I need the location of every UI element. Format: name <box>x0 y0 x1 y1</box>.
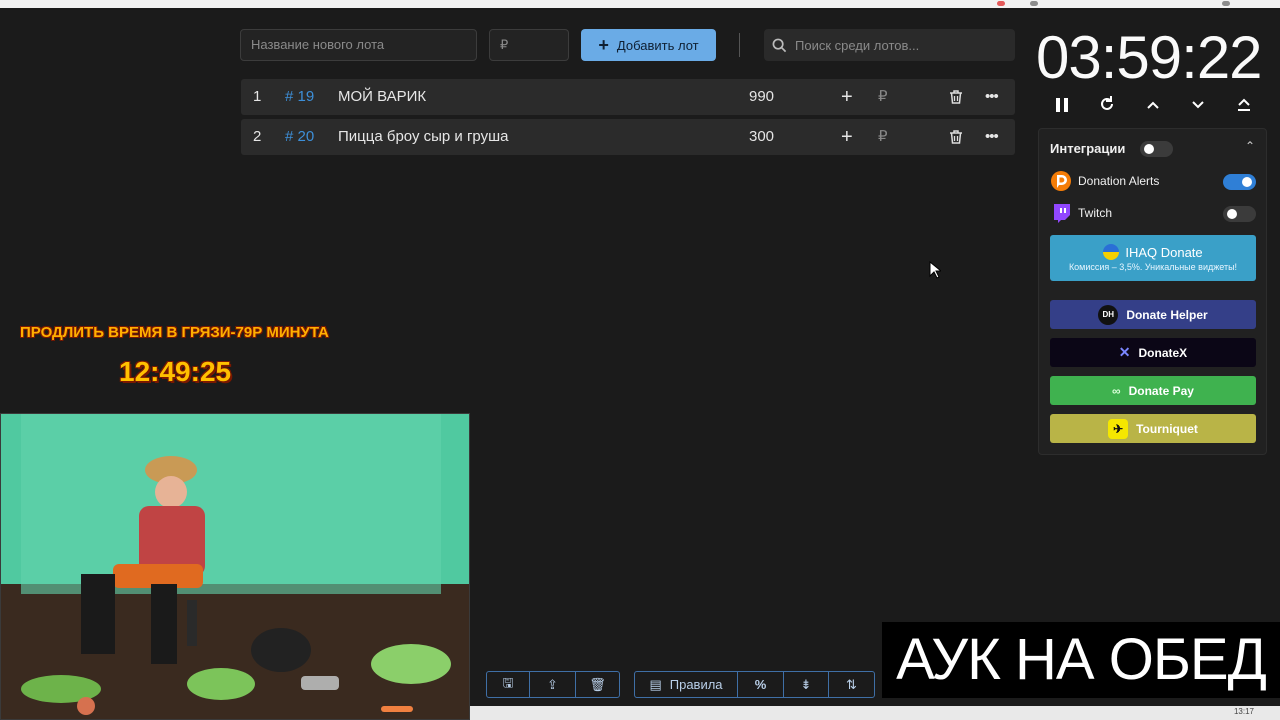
webcam-scene <box>1 414 469 719</box>
donation-alerts-icon <box>1051 171 1071 191</box>
service-label: Donate Helper <box>1126 307 1208 322</box>
save-icon[interactable]: 🖫 <box>487 672 530 697</box>
service-label: Tourniquet <box>1136 421 1198 436</box>
split-icon[interactable]: ⇟ <box>784 672 829 697</box>
taskbar-time: 13:17 <box>1233 707 1254 716</box>
service-sub: Комиссия – 3,5%. Уникальные виджеты! <box>1068 262 1238 272</box>
auction-banner: АУК НА ОБЕД <box>882 622 1280 698</box>
tourniquet-button[interactable]: ✈ Tourniquet <box>1050 414 1256 443</box>
bottom-tools-group: ▤ Правила % ⇟ ⇅ <box>634 671 875 698</box>
twitch-toggle[interactable] <box>1223 206 1256 222</box>
integration-twitch: Twitch <box>1050 201 1112 225</box>
chevron-up-icon[interactable]: ⌃ <box>1245 139 1255 153</box>
trash-icon[interactable] <box>948 89 964 105</box>
ihaq-logo-icon <box>1103 244 1120 260</box>
add-amount-icon[interactable]: + <box>841 119 853 155</box>
ihaq-donate-button[interactable]: IHAQ Donate Комиссия – 3,5%. Уникальные … <box>1050 235 1256 281</box>
tourniquet-icon: ✈ <box>1108 418 1129 439</box>
service-label: Donate Pay <box>1128 383 1194 398</box>
lot-index: 1 <box>253 88 262 105</box>
lot-row: 1 # 19 МОЙ ВАРИК 990 + ₽ ••• <box>241 79 1015 115</box>
donatex-button[interactable]: ✕ DonateX <box>1050 338 1256 367</box>
rules-label: Правила <box>669 677 723 692</box>
clear-icon[interactable]: 🗑 <box>576 672 619 697</box>
percent-button[interactable]: % <box>738 672 784 697</box>
bottom-file-group: 🖫 ⇪ 🗑 <box>486 671 620 698</box>
lot-name[interactable]: МОЙ ВАРИК <box>338 79 426 115</box>
double-up-icon[interactable] <box>1231 94 1257 120</box>
status-dot <box>1030 1 1038 6</box>
load-icon[interactable]: ⇪ <box>530 672 576 697</box>
new-lot-amount-input[interactable]: ₽ <box>489 29 569 61</box>
lot-currency[interactable]: ₽ <box>878 119 888 155</box>
more-icon[interactable]: ••• <box>985 119 999 155</box>
donate-helper-button[interactable]: DH Donate Helper <box>1050 300 1256 329</box>
rules-icon: ▤ <box>649 676 662 692</box>
pause-icon[interactable] <box>1049 94 1075 120</box>
lot-name[interactable]: Пицца броу сыр и груша <box>338 119 509 155</box>
reset-icon[interactable] <box>1094 94 1120 120</box>
service-label: IHAQ Donate <box>1125 244 1203 260</box>
status-dot <box>997 1 1005 6</box>
webcam-feed <box>0 413 470 720</box>
add-amount-icon[interactable]: + <box>841 79 853 115</box>
new-lot-name-input[interactable]: Название нового лота <box>240 29 477 61</box>
prolong-time-text: ПРОДЛИТЬ ВРЕМЯ В ГРЯЗИ-79Р МИНУТА <box>20 324 329 341</box>
mouse-cursor-icon <box>929 261 941 279</box>
lot-row: 2 # 20 Пицца броу сыр и груша 300 + ₽ ••… <box>241 119 1015 155</box>
integration-label: Twitch <box>1078 206 1113 220</box>
lot-number: # 19 <box>285 88 315 105</box>
lot-amount[interactable]: 990 <box>749 79 774 115</box>
toolbar-divider <box>739 33 740 57</box>
integration-donation-alerts: Donation Alerts <box>1050 169 1159 193</box>
browser-top-strip <box>0 0 1280 8</box>
lot-amount[interactable]: 300 <box>749 119 774 155</box>
trash-icon[interactable] <box>948 129 964 145</box>
integration-label: Donation Alerts <box>1078 174 1160 188</box>
donate-pay-icon: ∞ <box>1112 383 1121 398</box>
chevron-down-icon[interactable] <box>1185 94 1211 120</box>
integrations-master-toggle[interactable] <box>1140 141 1173 157</box>
auction-timer: 03:59:22 <box>1036 24 1263 91</box>
more-icon[interactable]: ••• <box>985 79 999 115</box>
search-icon <box>772 38 787 52</box>
integrations-panel: Интеграции ⌃ Donation Alerts Twitch IHAQ… <box>1038 128 1267 455</box>
integrations-title: Интеграции <box>1050 141 1126 156</box>
service-label: DonateX <box>1138 345 1188 360</box>
twitch-icon <box>1054 204 1070 223</box>
add-lot-button[interactable]: + Добавить лот <box>581 29 716 61</box>
overlay-clock: 12:49:25 <box>119 356 232 387</box>
lot-number: # 20 <box>285 128 315 145</box>
plus-icon: + <box>598 35 609 55</box>
taskbar-strip: 13:17 <box>470 706 1280 720</box>
search-placeholder: Поиск среди лотов... <box>795 37 920 53</box>
sort-icon[interactable]: ⇅ <box>829 672 874 697</box>
lot-search-input[interactable]: Поиск среди лотов... <box>764 29 1015 61</box>
chevron-up-icon[interactable] <box>1140 94 1166 120</box>
donation-alerts-toggle[interactable] <box>1223 174 1256 190</box>
donate-helper-icon: DH <box>1098 304 1119 325</box>
add-lot-label: Добавить лот <box>616 37 699 53</box>
lot-index: 2 <box>253 128 262 145</box>
rules-button[interactable]: ▤ Правила <box>635 672 738 697</box>
donatex-icon: ✕ <box>1118 344 1131 360</box>
status-dot <box>1222 1 1230 6</box>
donate-pay-button[interactable]: ∞ Donate Pay <box>1050 376 1256 405</box>
lot-currency[interactable]: ₽ <box>878 79 888 115</box>
